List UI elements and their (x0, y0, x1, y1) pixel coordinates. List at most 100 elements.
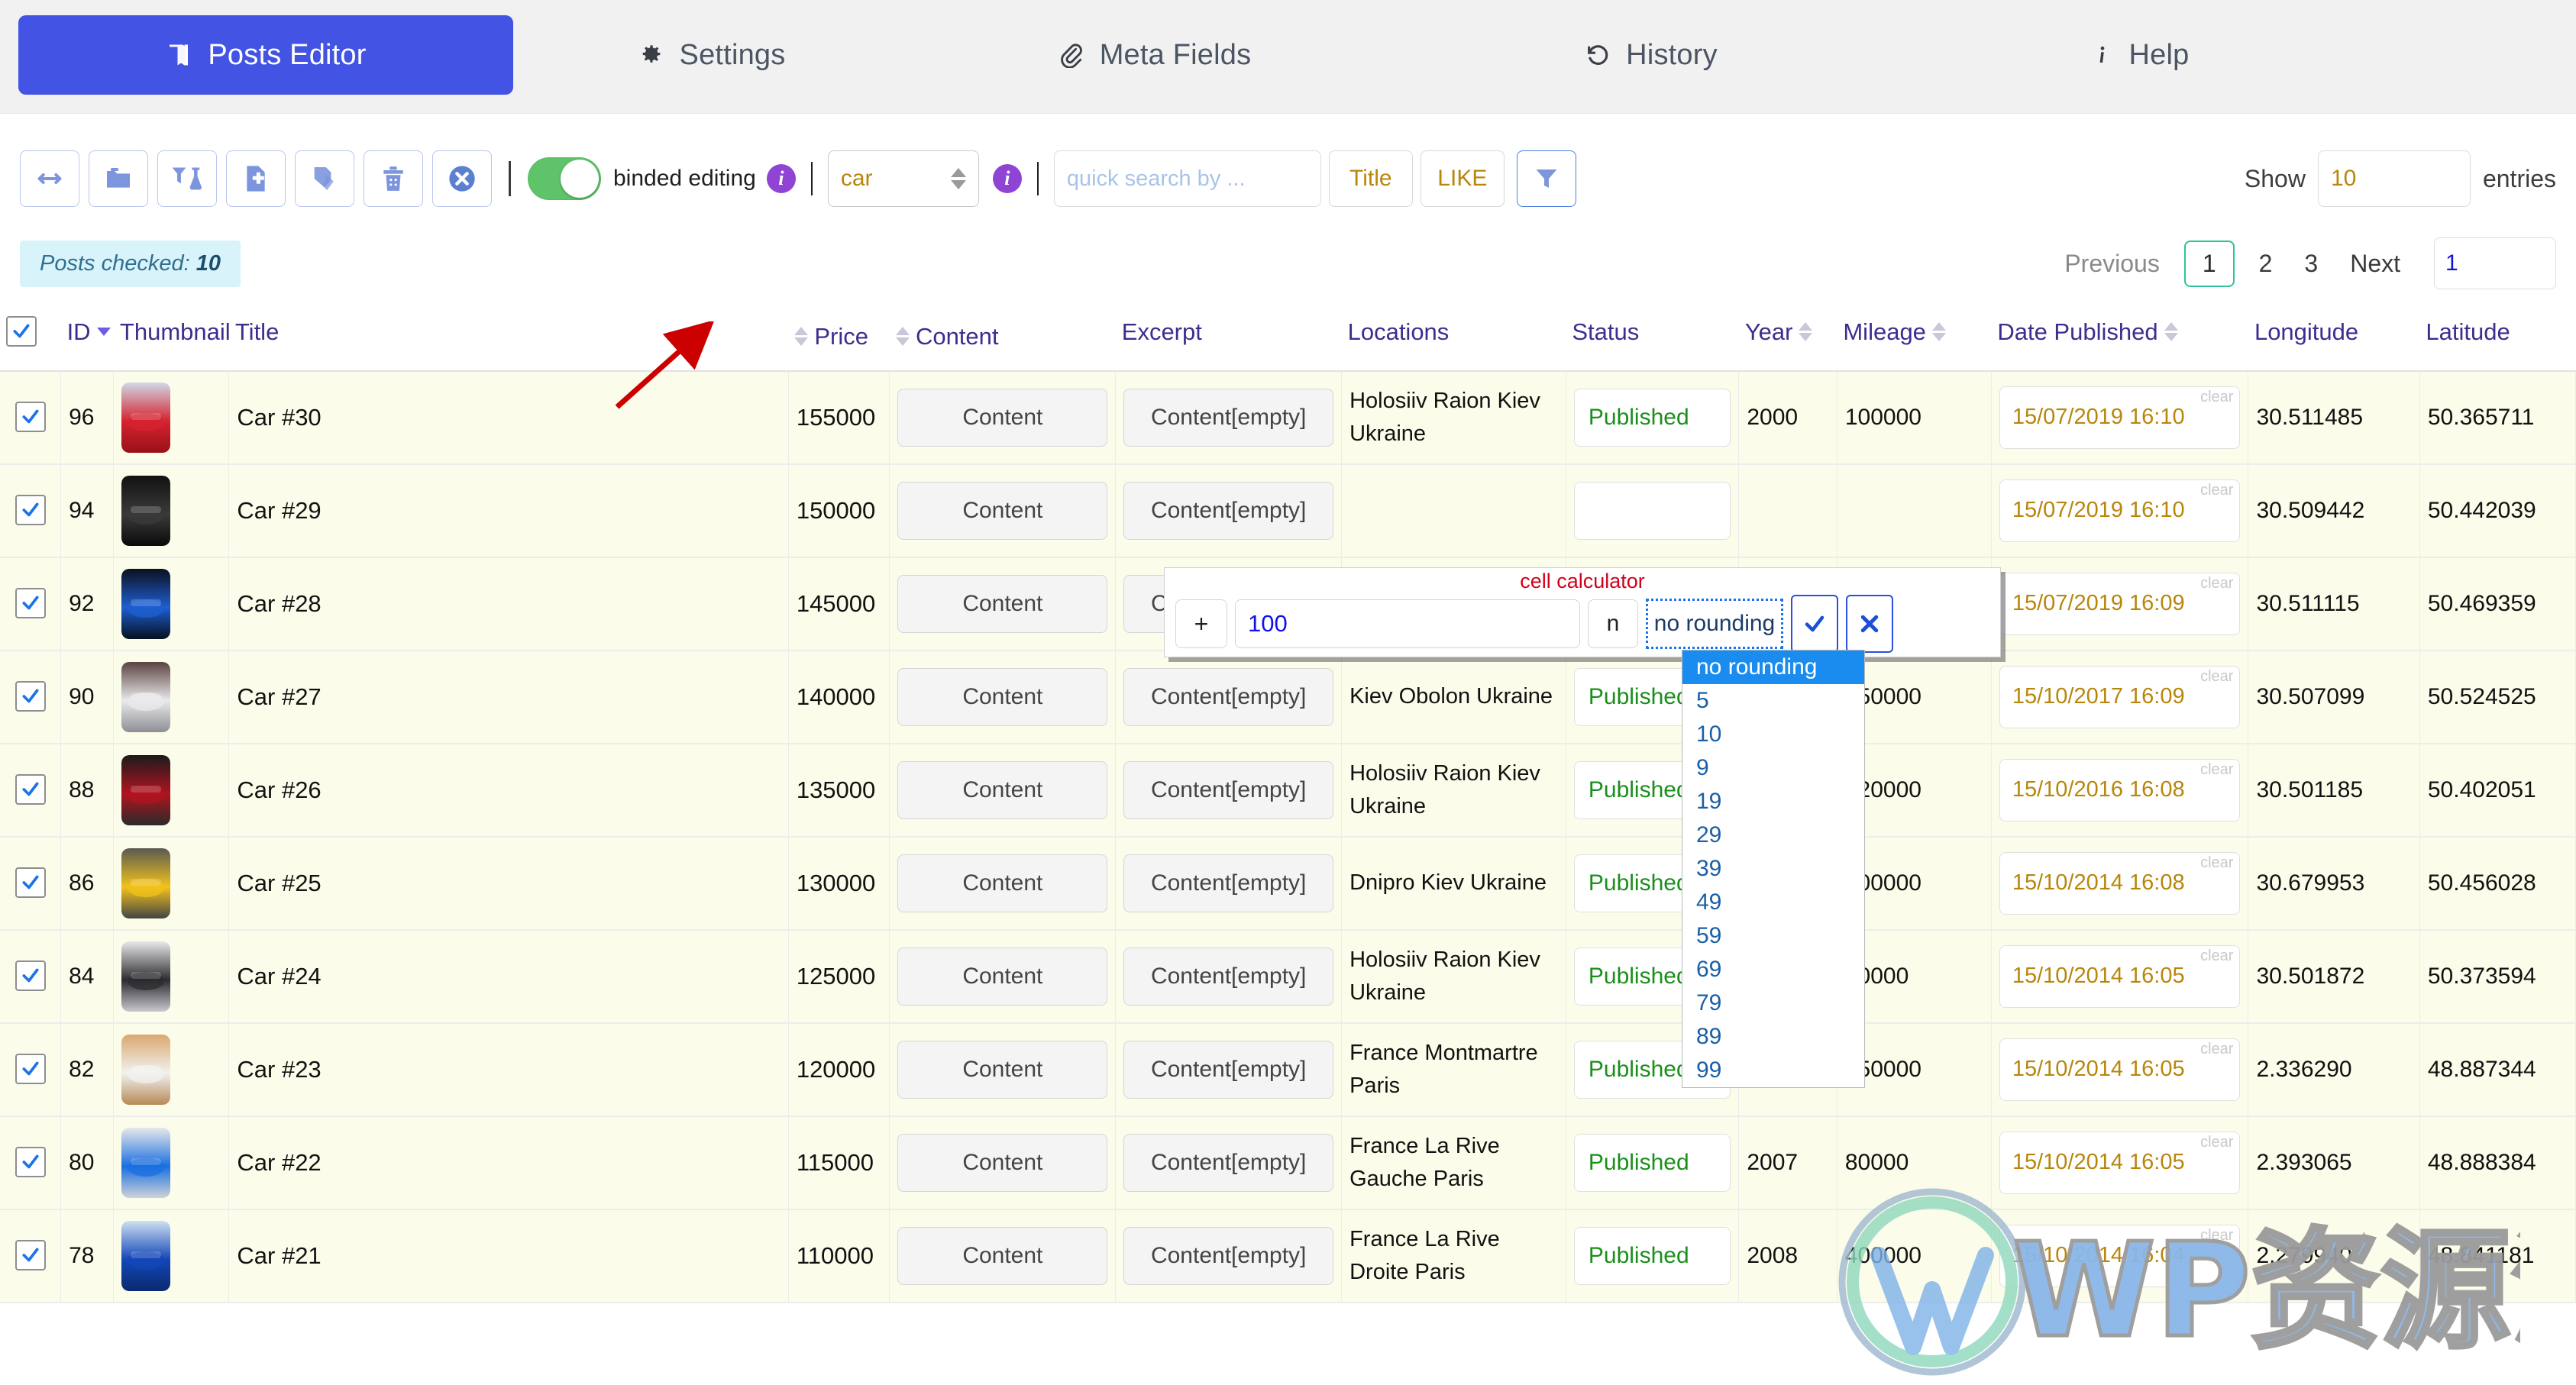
column-header-year[interactable]: Year (1738, 300, 1837, 372)
row-longitude[interactable]: 30.509442 (2248, 463, 2420, 558)
date-published-field[interactable]: 15/10/2014 16:04 clear (1999, 1224, 2241, 1287)
clear-date-link[interactable]: clear (2200, 948, 2233, 965)
pagination-goto-input[interactable] (2434, 237, 2556, 289)
clear-date-link[interactable]: clear (2200, 1134, 2233, 1151)
post-type-select[interactable]: car (827, 150, 979, 207)
pagination-previous[interactable]: Previous (2057, 247, 2167, 281)
row-price[interactable]: 120000 (788, 1022, 890, 1117)
content-button[interactable]: Content (897, 574, 1108, 633)
row-checkbox[interactable] (15, 1240, 46, 1270)
row-title[interactable]: Car #28 (228, 557, 789, 651)
sort-icon[interactable] (794, 327, 809, 346)
add-post-button[interactable] (226, 150, 286, 207)
search-operator-chip[interactable]: LIKE (1420, 150, 1505, 207)
table-row[interactable]: 78 Car #21 110000 Content Content[empty] Fran… (0, 1209, 2576, 1303)
column-header-price[interactable]: Price (788, 300, 890, 372)
row-locations[interactable]: Holosiiv Raion Kiev Ukraine (1341, 929, 1566, 1024)
row-longitude[interactable]: 30.511485 (2248, 370, 2420, 465)
calculator-unit-button[interactable]: n (1588, 599, 1638, 648)
rounding-option[interactable]: 79 (1682, 986, 1864, 1020)
row-locations[interactable]: Dnipro Kiev Ukraine (1341, 836, 1566, 931)
date-published-field[interactable]: 15/07/2019 16:10 clear (1999, 386, 2241, 449)
rounding-option[interactable]: 9 (1682, 751, 1864, 785)
row-latitude[interactable]: 50.524525 (2419, 650, 2576, 744)
clear-date-link[interactable]: clear (2200, 1227, 2233, 1245)
tab-help[interactable]: Help (2025, 15, 2254, 95)
content-button[interactable]: Content (897, 1040, 1108, 1099)
post-type-info-icon[interactable]: i (992, 164, 1022, 193)
excerpt-button[interactable]: Content[empty] (1123, 854, 1334, 912)
row-locations[interactable]: France La Rive Gauche Paris (1341, 1115, 1566, 1210)
row-latitude[interactable]: 48.888384 (2419, 1115, 2576, 1210)
row-title[interactable]: Car #30 (228, 370, 789, 465)
row-latitude[interactable]: 50.365711 (2419, 370, 2576, 465)
row-longitude[interactable]: 2.393065 (2248, 1115, 2420, 1210)
row-price[interactable]: 125000 (788, 929, 890, 1024)
rounding-option[interactable]: no rounding (1682, 651, 1864, 684)
row-year[interactable]: 2007 (1738, 1115, 1837, 1210)
table-row[interactable]: 80 Car #22 115000 Content Content[empty] Fran… (0, 1115, 2576, 1210)
date-published-field[interactable]: 15/10/2014 16:05 clear (1999, 944, 2241, 1008)
row-locations[interactable]: France La Rive Droite Paris (1341, 1209, 1566, 1303)
row-checkbox[interactable] (15, 1147, 46, 1177)
content-button[interactable]: Content (897, 854, 1108, 912)
row-longitude[interactable]: 2.336290 (2248, 1022, 2420, 1117)
tab-settings[interactable]: Settings (551, 15, 872, 95)
sort-icon[interactable] (895, 327, 910, 346)
row-latitude[interactable]: 48.887344 (2419, 1022, 2576, 1117)
rounding-option[interactable]: 39 (1682, 852, 1864, 886)
rounding-option[interactable]: 19 (1682, 785, 1864, 818)
rounding-option[interactable]: 59 (1682, 919, 1864, 953)
rounding-option[interactable]: 89 (1682, 1020, 1864, 1054)
excerpt-button[interactable]: Content[empty] (1123, 1226, 1334, 1285)
date-published-field[interactable]: 15/10/2017 16:09 clear (1999, 665, 2241, 728)
clear-date-link[interactable]: clear (2200, 761, 2233, 779)
row-title[interactable]: Car #26 (228, 743, 789, 838)
row-title[interactable]: Car #22 (228, 1115, 789, 1210)
clear-date-link[interactable]: clear (2200, 1041, 2233, 1058)
content-button[interactable]: Content (897, 1226, 1108, 1285)
row-latitude[interactable]: 50.442039 (2419, 463, 2576, 558)
row-mileage[interactable]: 80000 (1837, 1115, 1992, 1210)
resize-columns-button[interactable] (20, 150, 79, 207)
row-locations[interactable] (1341, 463, 1566, 558)
tab-posts-editor[interactable]: Posts Editor (18, 15, 513, 95)
excerpt-button[interactable]: Content[empty] (1123, 388, 1334, 447)
excerpt-button[interactable]: Content[empty] (1123, 667, 1334, 726)
date-published-field[interactable]: 15/07/2019 16:10 clear (1999, 479, 2241, 542)
calculator-cancel-button[interactable] (1846, 595, 1893, 653)
clear-date-link[interactable]: clear (2200, 389, 2233, 406)
row-price[interactable]: 140000 (788, 650, 890, 744)
table-row[interactable]: 84 Car #24 125000 Content Content[empty] Holo… (0, 929, 2576, 1024)
rounding-option[interactable]: 29 (1682, 818, 1864, 852)
row-locations[interactable]: Kiev Obolon Ukraine (1341, 650, 1566, 744)
row-price[interactable]: 135000 (788, 743, 890, 838)
row-year[interactable] (1738, 463, 1837, 558)
rounding-option[interactable]: 5 (1682, 684, 1864, 718)
row-checkbox[interactable] (15, 960, 46, 991)
column-header-id[interactable]: ID (60, 300, 114, 372)
row-price[interactable]: 115000 (788, 1115, 890, 1210)
row-checkbox[interactable] (15, 867, 46, 898)
row-longitude[interactable]: 30.511115 (2248, 557, 2420, 651)
search-field-chip[interactable]: Title (1328, 150, 1413, 207)
content-button[interactable]: Content (897, 760, 1108, 819)
status-select[interactable]: Published (1573, 1133, 1731, 1192)
pagination-next[interactable]: Next (2342, 247, 2408, 281)
excerpt-button[interactable]: Content[empty] (1123, 481, 1334, 540)
excerpt-button[interactable]: Content[empty] (1123, 947, 1334, 1006)
row-longitude[interactable]: 30.507099 (2248, 650, 2420, 744)
row-locations[interactable]: Holosiiv Raion Kiev Ukraine (1341, 743, 1566, 838)
entries-count-input[interactable] (2317, 150, 2471, 207)
rounding-option[interactable]: 99 (1682, 1054, 1864, 1087)
rounding-option[interactable]: 49 (1682, 886, 1864, 919)
row-mileage[interactable] (1837, 463, 1992, 558)
row-title[interactable]: Car #29 (228, 463, 789, 558)
row-price[interactable]: 130000 (788, 836, 890, 931)
duplicate-button[interactable] (295, 150, 354, 207)
row-locations[interactable]: France Montmartre Paris (1341, 1022, 1566, 1117)
row-title[interactable]: Car #23 (228, 1022, 789, 1117)
sort-icon[interactable] (1799, 322, 1813, 342)
clear-selection-button[interactable] (432, 150, 492, 207)
pagination-page-1[interactable]: 1 (2183, 240, 2235, 287)
